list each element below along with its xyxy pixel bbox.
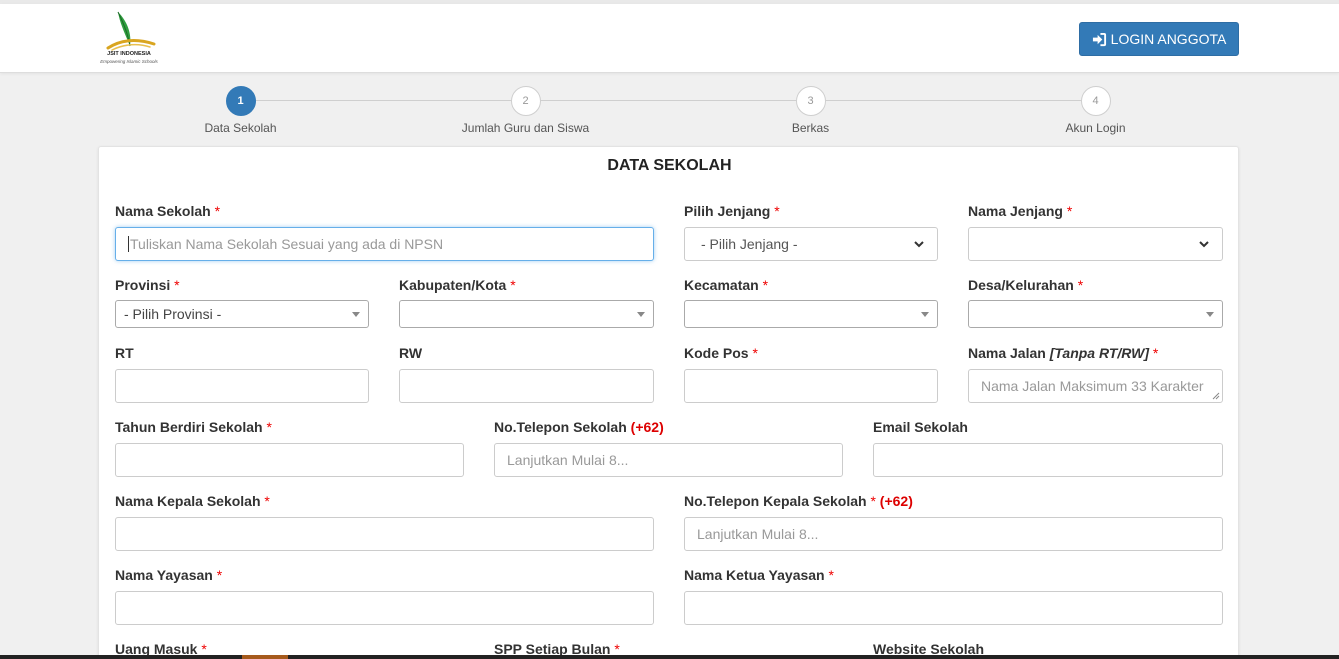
required-mark: *	[510, 277, 516, 293]
caret-down-icon	[637, 311, 645, 317]
ketua-yayasan-input[interactable]	[684, 591, 1223, 625]
nama-jalan-note: [Tanpa RT/RW]	[1049, 345, 1150, 361]
required-mark: *	[828, 567, 834, 583]
ketua-yayasan-label: Nama Ketua Yayasan	[684, 567, 825, 583]
telepon-sekolah-placeholder: Lanjutkan Mulai 8...	[507, 452, 629, 468]
registration-stepper: 1 Data Sekolah 2 Jumlah Guru dan Siswa 3…	[98, 84, 1239, 140]
brand-name: JSIT INDONESIA	[107, 51, 151, 57]
caret-down-icon	[1206, 311, 1214, 317]
provinsi-select[interactable]: - Pilih Provinsi -	[115, 300, 369, 328]
text-cursor	[128, 236, 129, 252]
step-number: 3	[795, 86, 826, 116]
telepon-sekolah-input[interactable]: Lanjutkan Mulai 8...	[494, 443, 843, 477]
caret-down-icon	[921, 311, 929, 317]
step-label: Akun Login	[1065, 121, 1126, 135]
rt-input[interactable]	[115, 369, 369, 403]
tahun-berdiri-label: Tahun Berdiri Sekolah	[115, 419, 263, 435]
step-data-sekolah[interactable]: 1 Data Sekolah	[98, 84, 383, 135]
caret-down-icon	[352, 311, 360, 317]
nama-sekolah-input[interactable]: Tuliskan Nama Sekolah Sesuai yang ada di…	[115, 227, 654, 261]
nama-jalan-placeholder: Nama Jalan Maksimum 33 Karakter	[981, 378, 1204, 394]
resize-handle-icon[interactable]	[1212, 392, 1220, 400]
chevron-down-icon	[1199, 241, 1209, 248]
pilih-jenjang-label: Pilih Jenjang	[684, 203, 771, 219]
login-anggota-button[interactable]: LOGIN ANGGOTA	[1079, 22, 1239, 56]
kode-pos-input[interactable]	[684, 369, 938, 403]
login-anggota-label: LOGIN ANGGOTA	[1110, 31, 1227, 47]
pilih-jenjang-select[interactable]: - Pilih Jenjang -	[684, 227, 938, 261]
step-label: Jumlah Guru dan Siswa	[461, 121, 590, 135]
sign-in-icon	[1092, 32, 1106, 46]
rt-label: RT	[115, 345, 134, 361]
phone-prefix: (+62)	[879, 493, 913, 509]
step-akun-login[interactable]: 4 Akun Login	[953, 84, 1238, 135]
desa-select[interactable]	[968, 300, 1223, 328]
kecamatan-select[interactable]	[684, 300, 938, 328]
kabupaten-select[interactable]	[399, 300, 654, 328]
chevron-down-icon	[914, 241, 924, 248]
data-sekolah-form: DATA SEKOLAH Nama Sekolah * Tuliskan Nam…	[98, 146, 1239, 659]
required-mark: *	[1066, 203, 1073, 219]
kepala-sekolah-label: Nama Kepala Sekolah	[115, 493, 261, 509]
required-mark: *	[752, 345, 758, 361]
step-label: Data Sekolah	[204, 121, 277, 135]
rw-input[interactable]	[399, 369, 654, 403]
kecamatan-label: Kecamatan	[684, 277, 759, 293]
step-berkas[interactable]: 3 Berkas	[668, 84, 953, 135]
nama-sekolah-label: Nama Sekolah	[115, 203, 211, 219]
nama-jalan-label: Nama Jalan	[968, 345, 1046, 361]
required-mark: *	[762, 277, 769, 293]
desa-label: Desa/Kelurahan	[968, 277, 1074, 293]
required-mark: *	[214, 203, 221, 219]
kabupaten-label: Kabupaten/Kota	[399, 277, 507, 293]
required-mark: *	[1152, 345, 1159, 361]
quill-leaf-icon	[106, 11, 156, 51]
step-number: 2	[510, 86, 541, 116]
telepon-kepala-placeholder: Lanjutkan Mulai 8...	[697, 526, 819, 542]
required-mark: *	[870, 493, 876, 509]
taskbar	[0, 655, 1339, 659]
email-sekolah-label: Email Sekolah	[873, 419, 968, 435]
provinsi-label: Provinsi	[115, 277, 171, 293]
nama-jalan-textarea[interactable]: Nama Jalan Maksimum 33 Karakter	[968, 369, 1223, 403]
yayasan-input[interactable]	[115, 591, 654, 625]
step-number: 1	[225, 86, 256, 116]
step-jumlah-guru-siswa[interactable]: 2 Jumlah Guru dan Siswa	[383, 84, 668, 135]
provinsi-value: - Pilih Provinsi -	[124, 306, 222, 322]
nama-jenjang-label: Nama Jenjang	[968, 203, 1063, 219]
required-mark: *	[174, 277, 180, 293]
pilih-jenjang-value: - Pilih Jenjang -	[701, 236, 798, 252]
kepala-sekolah-input[interactable]	[115, 517, 654, 551]
step-number: 4	[1080, 86, 1111, 116]
required-mark: *	[264, 493, 270, 509]
telepon-sekolah-label: No.Telepon Sekolah	[494, 419, 627, 435]
kode-pos-label: Kode Pos	[684, 345, 749, 361]
required-mark: *	[1077, 277, 1084, 293]
nama-jenjang-select[interactable]	[968, 227, 1223, 261]
step-label: Berkas	[791, 121, 830, 135]
brand-logo[interactable]: JSIT INDONESIA Empowering Islamic School…	[96, 10, 162, 68]
telepon-kepala-label: No.Telepon Kepala Sekolah	[684, 493, 867, 509]
taskbar-active-item[interactable]	[242, 655, 288, 659]
tahun-berdiri-input[interactable]	[115, 443, 464, 477]
required-mark: *	[216, 567, 223, 583]
phone-prefix: (+62)	[630, 419, 664, 435]
email-sekolah-input[interactable]	[873, 443, 1223, 477]
required-mark: *	[774, 203, 780, 219]
form-title: DATA SEKOLAH	[607, 157, 732, 174]
telepon-kepala-input[interactable]: Lanjutkan Mulai 8...	[684, 517, 1223, 551]
nama-sekolah-placeholder: Tuliskan Nama Sekolah Sesuai yang ada di…	[130, 236, 444, 252]
yayasan-label: Nama Yayasan	[115, 567, 213, 583]
required-mark: *	[266, 419, 272, 435]
rw-label: RW	[399, 345, 423, 361]
navbar: JSIT INDONESIA Empowering Islamic School…	[0, 4, 1339, 73]
brand-tagline: Empowering Islamic Schools	[100, 59, 158, 64]
